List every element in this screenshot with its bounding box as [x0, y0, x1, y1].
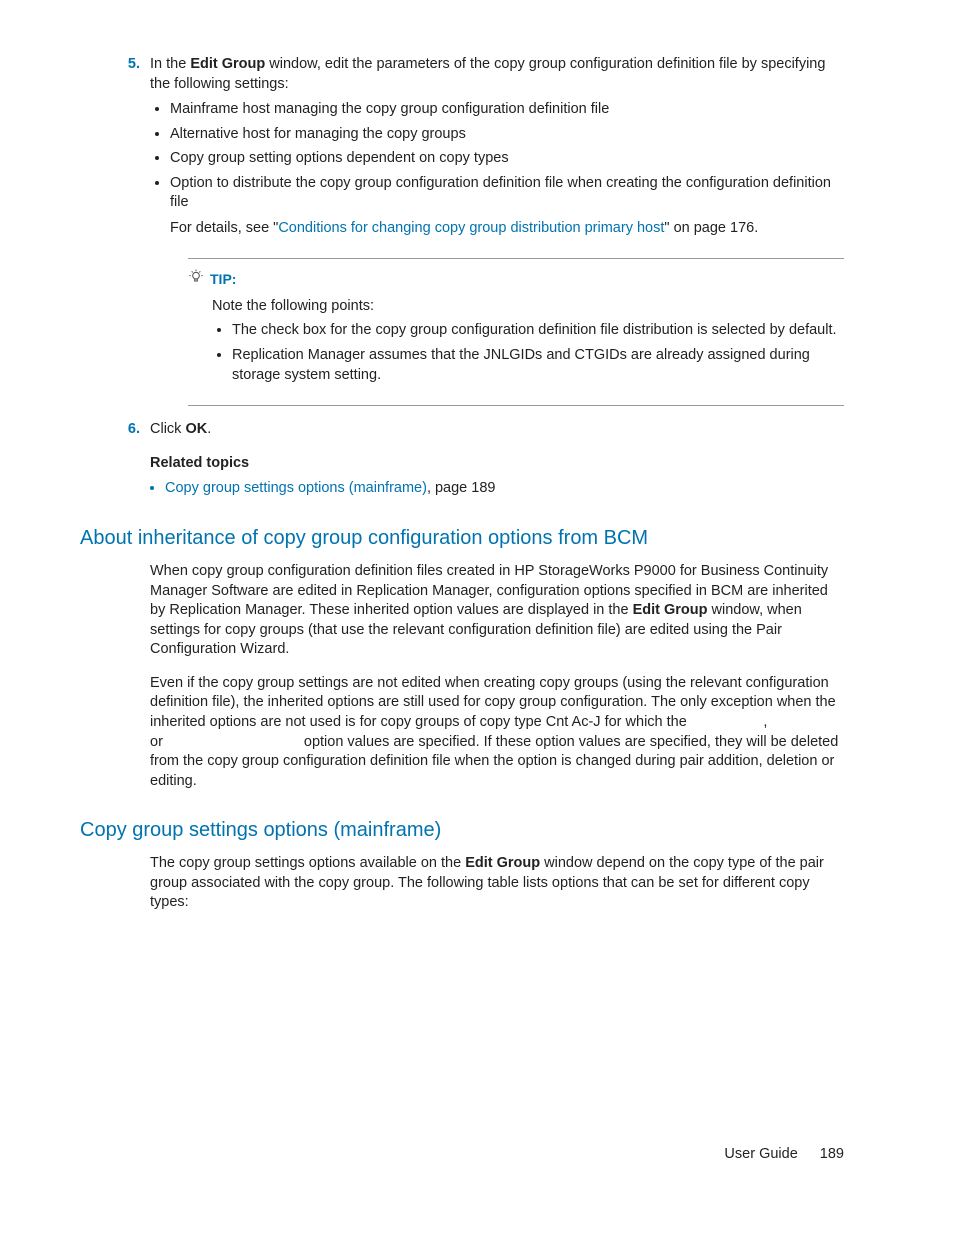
- lightbulb-icon: [188, 269, 204, 292]
- related-link[interactable]: Copy group settings options (mainframe): [165, 480, 427, 496]
- related-topics-list: Copy group settings options (mainframe),…: [165, 479, 844, 499]
- tip-list: The check box for the copy group configu…: [212, 321, 844, 386]
- related-topics-heading: Related topics: [150, 454, 844, 474]
- tip-header: TIP:: [188, 269, 844, 292]
- list-item: The check box for the copy group configu…: [232, 321, 844, 341]
- text: Option to distribute the copy group conf…: [170, 174, 844, 213]
- text: For details, see ": [170, 220, 278, 236]
- section-heading-settings: Copy group settings options (mainframe): [80, 817, 844, 844]
- step-5: 5. In the Edit Group window, edit the pa…: [80, 55, 844, 244]
- footer-label: User Guide: [724, 1146, 797, 1162]
- detail-line: For details, see "Conditions for changin…: [170, 219, 844, 239]
- text: " on page 176.: [664, 220, 758, 236]
- tip-note: Note the following points:: [212, 297, 844, 317]
- text: Click: [150, 421, 185, 437]
- related-topic-item: Copy group settings options (mainframe),…: [165, 479, 844, 499]
- step-number: 6.: [122, 420, 150, 440]
- list-item: Mainframe host managing the copy group c…: [170, 100, 844, 120]
- tip-box: TIP: Note the following points: The chec…: [188, 258, 844, 407]
- list-item: Copy group setting options dependent on …: [170, 149, 844, 169]
- page-content: 5. In the Edit Group window, edit the pa…: [0, 0, 954, 1235]
- step-body: Click OK.: [150, 420, 844, 440]
- paragraph: When copy group configuration definition…: [150, 562, 844, 660]
- text: The copy group settings options availabl…: [150, 855, 465, 871]
- list-item: Option to distribute the copy group conf…: [170, 174, 844, 239]
- bold-text: Edit Group: [465, 855, 540, 871]
- step-body: In the Edit Group window, edit the param…: [150, 55, 844, 244]
- list-item: Alternative host for managing the copy g…: [170, 125, 844, 145]
- section-heading-inheritance: About inheritance of copy group configur…: [80, 525, 844, 552]
- bold-text: Edit Group: [633, 602, 708, 618]
- paragraph: The copy group settings options availabl…: [150, 854, 844, 913]
- text: .: [207, 421, 211, 437]
- page-footer: User Guide 189: [724, 1145, 844, 1165]
- list-item: Replication Manager assumes that the JNL…: [232, 346, 844, 385]
- tip-label: TIP:: [210, 270, 236, 289]
- step-5-list: Mainframe host managing the copy group c…: [150, 100, 844, 238]
- bold-text: OK: [185, 421, 207, 437]
- step-number: 5.: [122, 55, 150, 244]
- cross-ref-link[interactable]: Conditions for changing copy group distr…: [278, 220, 664, 236]
- step-6: 6. Click OK.: [80, 420, 844, 440]
- text: In the: [150, 56, 190, 72]
- paragraph: Even if the copy group settings are not …: [150, 674, 844, 791]
- page-number: 189: [820, 1146, 844, 1162]
- bold-text: Edit Group: [190, 56, 265, 72]
- text: , page 189: [427, 480, 496, 496]
